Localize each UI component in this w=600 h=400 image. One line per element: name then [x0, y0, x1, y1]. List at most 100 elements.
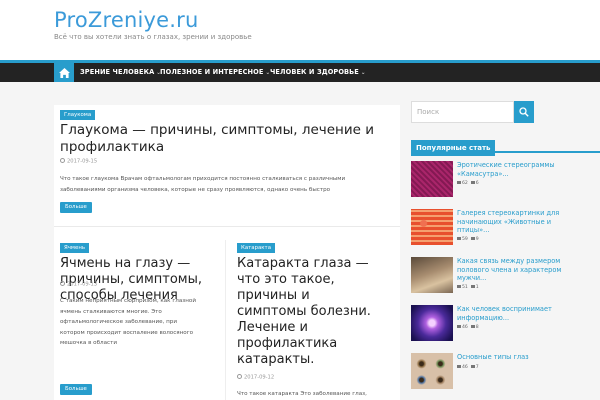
post-thumbnail[interactable] — [411, 305, 453, 341]
popular-post-title[interactable]: Как человек воспринимает информацию... — [457, 305, 600, 322]
chevron-down-icon: ⌄ — [360, 70, 366, 76]
post-category-badge[interactable]: Глаукома — [60, 110, 96, 120]
post-title-line: Глаукома — причины, симптомы, лечение и — [60, 122, 375, 138]
post-thumbnail[interactable] — [411, 353, 453, 389]
popular-post-title[interactable]: Основные типы глаз — [457, 353, 600, 362]
nav-item-label: ПОЛЕЗНОЕ И ИНТЕРЕСНОЕ — [160, 68, 264, 76]
popular-post-title-line: Как человек воспринимает — [457, 305, 552, 313]
comment-count: 9 — [475, 237, 479, 242]
post-title-line: Катаракта глаза — — [237, 256, 369, 271]
popular-post-title-line: птицы»... — [457, 226, 490, 234]
popular-post-item[interactable]: Какая связь между размером полового член… — [411, 257, 600, 297]
read-more-button[interactable]: Больше — [60, 384, 92, 395]
popular-posts-title: Популярные стать — [411, 140, 496, 156]
comment-icon — [470, 285, 475, 288]
nav-item-useful[interactable]: ПОЛЕЗНОЕ И ИНТЕРЕСНОЕ ⌄ — [160, 63, 270, 82]
excerpt-line: котором происходит воспаление волосяного — [60, 329, 194, 336]
eye-icon — [457, 237, 461, 240]
popular-post-title-line: мужчи... — [457, 274, 487, 282]
comment-count: 6 — [475, 181, 479, 186]
popular-post-title-line: полового члена и характером — [457, 265, 562, 274]
comment-icon — [470, 365, 475, 368]
post-title-line: симптомы болезни. — [237, 304, 371, 319]
post-date[interactable]: 2017-09-15 — [60, 158, 97, 165]
popular-post-title-line: Какая связь между размером — [457, 257, 561, 265]
eye-icon — [457, 285, 461, 288]
popular-post-title[interactable]: Какая связь между размером полового член… — [457, 257, 600, 283]
post-title-line: катаракты. — [237, 352, 315, 367]
popular-post-title-line: Эротические стереограммы — [457, 161, 555, 169]
view-count: 59 — [462, 237, 468, 242]
excerpt-line: ячмень сталкиваются многие. Это — [60, 308, 162, 315]
post-title-line: профилактика — [237, 336, 338, 351]
post-category-badge[interactable]: Ячмень — [60, 243, 90, 253]
post-date-text: 2017-09-15 — [67, 158, 98, 165]
post-excerpt: Что такое катаракта Это заболевание глаз… — [237, 389, 397, 400]
eye-icon — [457, 325, 461, 328]
post-title[interactable]: Глаукома — причины, симптомы, лечение и … — [60, 122, 374, 156]
post-date[interactable]: 2017-09-12 — [237, 374, 274, 381]
post-date-text: 2017-09-12 — [244, 374, 275, 381]
site-header: ProZreniye.ru Всё что вы хотели знать о … — [0, 0, 600, 60]
excerpt-line: мешочка в области — [60, 340, 118, 346]
popular-posts-header: Популярные стать — [411, 135, 600, 156]
popular-post-title-line: начинающих «Животные и — [457, 217, 552, 226]
post-title-line: профилактика — [60, 139, 165, 155]
post-thumbnail[interactable] — [411, 209, 453, 245]
post-title-line: что это такое, — [237, 272, 335, 287]
popular-post-title-line: «Камасутра»... — [457, 169, 509, 178]
nav-item-vision[interactable]: ЗРЕНИЕ ЧЕЛОВЕКА ⌄ — [80, 63, 161, 82]
post-category-badge[interactable]: Катаракта — [237, 243, 275, 253]
popular-post-item[interactable]: Как человек воспринимает информацию... 4… — [411, 305, 600, 345]
main-navigation: ЗРЕНИЕ ЧЕЛОВЕКА ⌄ ПОЛЕЗНОЕ И ИНТЕРЕСНОЕ ⌄ … — [0, 60, 600, 82]
post-title-line: Лечение и — [237, 320, 308, 335]
comment-count: 1 — [475, 285, 479, 290]
read-more-button[interactable]: Больше — [60, 202, 92, 213]
post-divider — [54, 226, 400, 227]
popular-post-stats: 46 7 — [457, 365, 479, 370]
site-title[interactable]: ProZreniye.ru — [54, 8, 199, 32]
view-count: 51 — [462, 285, 468, 290]
home-icon — [58, 67, 70, 78]
post-date[interactable]: 2017-09-13 — [60, 281, 97, 288]
sidebar: Поиск Популярные стать Эротические стере… — [411, 101, 600, 400]
popular-post-title-line: информацию... — [457, 313, 510, 322]
nav-item-label: ЧЕЛОВЕК И ЗДОРОВЬЕ — [270, 68, 359, 76]
column-divider — [225, 240, 226, 400]
view-count: 62 — [462, 181, 468, 186]
popular-post-title[interactable]: Эротические стереограммы «Камасутра»... — [457, 161, 600, 178]
comment-icon — [470, 325, 475, 328]
post-title[interactable]: Катаракта глаза — что это такое, причины… — [237, 256, 371, 368]
popular-post-stats: 46 8 — [457, 325, 479, 330]
post-thumbnail[interactable] — [411, 161, 453, 197]
clock-icon — [237, 374, 242, 379]
popular-post-item[interactable]: Эротические стереограммы «Камасутра»... … — [411, 161, 600, 201]
popular-post-stats: 59 9 — [457, 237, 479, 242]
site-description: Всё что вы хотели знать о глазах, зрении… — [54, 33, 252, 41]
excerpt-line: Что такое катаракта Это заболевание глаз… — [237, 391, 367, 397]
nav-item-health[interactable]: ЧЕЛОВЕК И ЗДОРОВЬЕ ⌄ — [270, 63, 366, 82]
view-count: 46 — [462, 365, 468, 370]
popular-post-title-line: Галерея стереокартинки для — [457, 209, 560, 217]
eye-icon — [457, 365, 461, 368]
comment-icon — [470, 181, 475, 184]
excerpt-line: заболеваниями организма человека, которы… — [60, 187, 331, 193]
popular-post-stats: 51 1 — [457, 285, 479, 290]
nav-home-button[interactable] — [54, 63, 74, 82]
eye-icon — [457, 181, 461, 184]
popular-post-item[interactable]: Галерея стереокартинки для начинающих «Ж… — [411, 209, 600, 249]
search-icon — [519, 107, 529, 117]
search-input[interactable]: Поиск — [411, 101, 514, 123]
popular-post-stats: 62 6 — [457, 181, 479, 186]
popular-post-title-line: Основные типы глаз — [457, 353, 529, 361]
popular-post-title[interactable]: Галерея стереокартинки для начинающих «Ж… — [457, 209, 600, 235]
clock-icon — [60, 281, 65, 286]
post-excerpt: Что такое глаукома Врачам офтальмологам … — [60, 174, 396, 196]
post-date-text: 2017-09-13 — [67, 281, 98, 288]
search-button[interactable] — [514, 101, 534, 123]
comment-icon — [470, 237, 475, 240]
popular-post-item[interactable]: Основные типы глаз 46 7 — [411, 353, 600, 393]
post-thumbnail[interactable] — [411, 257, 453, 293]
comment-count: 7 — [475, 365, 479, 370]
post-excerpt: С таким неприятным сюрпризом, как глазно… — [60, 296, 220, 349]
